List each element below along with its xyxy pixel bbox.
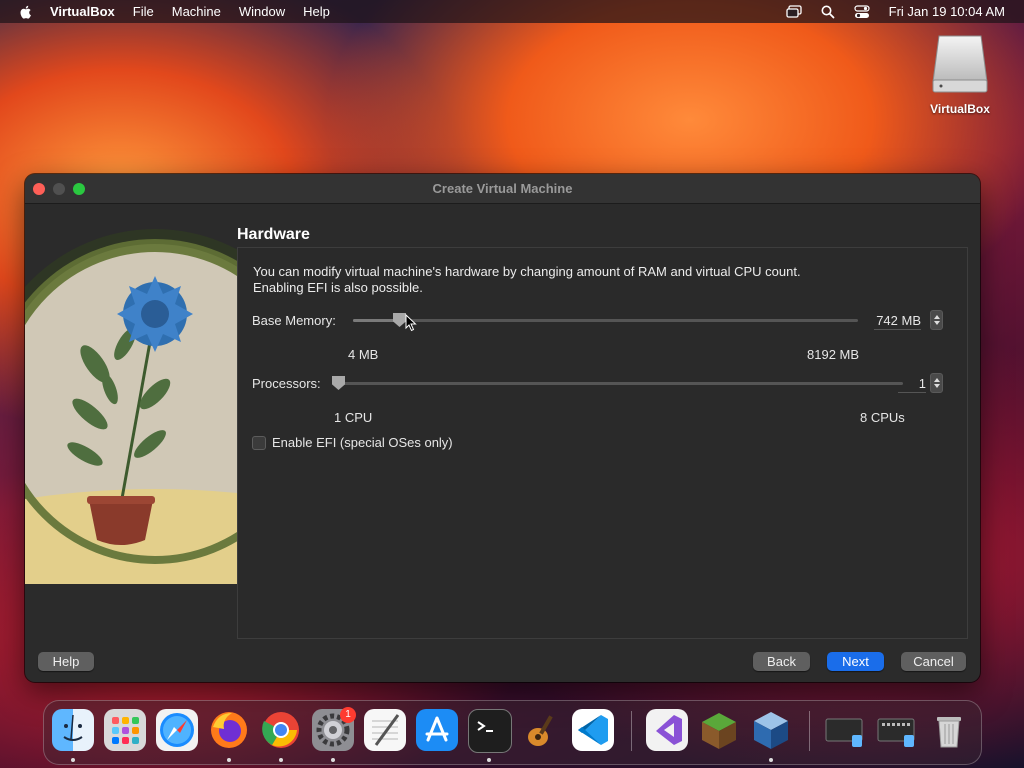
visual-studio-icon[interactable] [646,709,688,751]
garageband-icon[interactable] [520,709,562,751]
base-memory-max-label: 8192 MB [807,347,860,362]
wizard-side-illustration [25,204,237,682]
menu-bar: VirtualBox File Machine Window Help Fri … [0,0,1024,23]
processors-slider[interactable] [332,376,903,390]
processors-slider-thumb[interactable] [332,376,345,390]
system-settings-badge: 1 [340,707,356,723]
base-memory-min-label: 4 MB [348,347,379,362]
system-settings-running-indicator [331,758,335,762]
menu-help[interactable]: Help [303,4,330,19]
recent-window-icon[interactable] [824,709,866,751]
cancel-button[interactable]: Cancel [901,652,966,671]
chevron-up-icon[interactable] [933,315,940,319]
desktop-virtualbox-disk[interactable]: VirtualBox [920,34,1000,116]
downloads-stack-icon[interactable] [876,709,918,751]
textedit-icon[interactable] [364,709,406,751]
back-button[interactable]: Back [753,652,810,671]
spotlight-search-icon[interactable] [819,4,837,20]
finder-icon[interactable] [52,709,94,751]
base-memory-value-field[interactable]: 742 MB [874,313,921,330]
description-line-2: Enabling EFI is also possible. [253,280,423,295]
help-button[interactable]: Help [38,652,94,671]
vscode-icon[interactable] [572,709,614,751]
virtualbox-running-indicator [769,758,773,762]
chrome-running-indicator [279,758,283,762]
base-memory-slider[interactable] [353,313,858,327]
base-memory-label: Base Memory: [252,313,336,328]
minecraft-icon[interactable] [698,709,740,751]
chevron-down-icon[interactable] [933,321,940,325]
mouse-pointer-icon [405,314,417,332]
control-center-icon[interactable] [853,4,871,20]
launchpad-icon[interactable] [104,709,146,751]
firefox-icon[interactable] [208,709,250,751]
terminal-icon[interactable] [468,709,512,753]
menu-bar-status-area: Fri Jan 19 10:04 AM [777,0,1024,23]
menu-window[interactable]: Window [239,4,285,19]
window-title: Create Virtual Machine [432,181,573,196]
dock: 1 [43,700,982,765]
chevron-up-icon[interactable] [933,378,940,382]
processors-min-label: 1 CPU [334,410,373,425]
dock-separator [809,711,810,751]
app-store-icon[interactable] [416,709,458,751]
enable-efi-checkbox[interactable] [252,435,266,450]
menu-machine[interactable]: Machine [172,4,221,19]
chrome-icon[interactable] [260,709,302,751]
processors-label: Processors: [252,376,321,391]
apple-menu-icon[interactable] [18,4,34,20]
menu-app-virtualbox[interactable]: VirtualBox [50,4,115,19]
chevron-down-icon[interactable] [933,384,940,388]
hardware-panel: You can modify virtual machine's hardwar… [237,247,968,639]
window-titlebar[interactable]: Create Virtual Machine [25,174,980,204]
enable-efi-label[interactable]: Enable EFI (special OSes only) [272,435,453,450]
terminal-running-indicator [487,758,491,762]
processors-value-field[interactable]: 1 [898,376,926,393]
firefox-running-indicator [227,758,231,762]
virtualbox-icon[interactable] [750,709,792,751]
safari-icon[interactable] [156,709,198,751]
desktop-disk-label: VirtualBox [930,102,990,116]
base-memory-stepper[interactable] [930,310,943,330]
finder-running-indicator [71,758,75,762]
hardware-description: You can modify virtual machine's hardwar… [253,264,801,296]
processors-max-label: 8 CPUs [860,410,905,425]
create-vm-window: Create Virtual Machine Hardware You can … [25,174,980,682]
enable-efi-row[interactable]: Enable EFI (special OSes only) [252,435,453,450]
menu-bar-clock[interactable]: Fri Jan 19 10:04 AM [889,4,1005,19]
processors-stepper[interactable] [930,373,943,393]
menu-file[interactable]: File [133,4,154,19]
dock-separator [631,711,632,751]
page-heading: Hardware [237,226,310,243]
base-memory-slider-fill [353,319,399,322]
external-disk-icon [931,34,989,94]
next-button[interactable]: Next [827,652,884,671]
description-line-1: You can modify virtual machine's hardwar… [253,264,801,279]
trash-icon[interactable] [928,709,970,751]
screen-mirroring-icon[interactable] [785,4,803,20]
